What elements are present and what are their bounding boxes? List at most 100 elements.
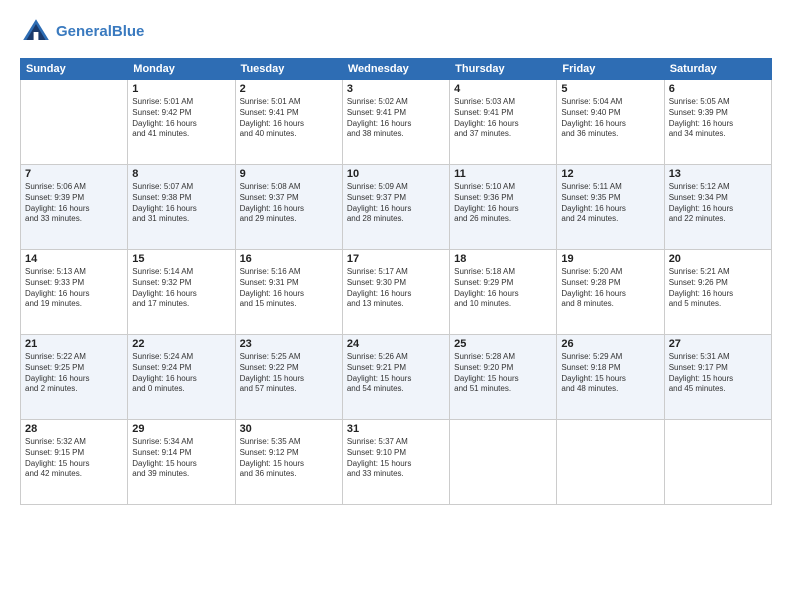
day-number: 16 xyxy=(240,253,338,265)
day-info: Sunrise: 5:31 AM Sunset: 9:17 PM Dayligh… xyxy=(669,352,767,395)
calendar-cell: 15 Sunrise: 5:14 AM Sunset: 9:32 PM Dayli… xyxy=(128,250,235,335)
day-info: Sunrise: 5:12 AM Sunset: 9:34 PM Dayligh… xyxy=(669,182,767,225)
day-number: 7 xyxy=(25,168,123,180)
day-number: 4 xyxy=(454,83,552,95)
logo-icon xyxy=(20,16,52,48)
day-number: 2 xyxy=(240,83,338,95)
calendar-cell: 20Sunrise: 5:21 AM Sunset: 9:26 PM Dayli… xyxy=(664,250,771,335)
calendar-cell: 16 Sunrise: 5:16 AM Sunset: 9:31 PM Dayli… xyxy=(235,250,342,335)
day-info: Sunrise: 5:03 AM Sunset: 9:41 PM Dayligh… xyxy=(454,97,552,140)
calendar-cell xyxy=(557,420,664,505)
calendar-cell: 14 Sunrise: 5:13 AM Sunset: 9:33 PM Dayli… xyxy=(21,250,128,335)
day-number: 21 xyxy=(25,338,123,350)
day-header-monday: Monday xyxy=(128,59,235,80)
header: GeneralBlue xyxy=(20,16,772,48)
day-number: 3 xyxy=(347,83,445,95)
calendar-cell xyxy=(21,80,128,165)
calendar-cell: 29 Sunrise: 5:34 AM Sunset: 9:14 PM Dayli… xyxy=(128,420,235,505)
day-number: 28 xyxy=(25,423,123,435)
calendar-cell: 30 Sunrise: 5:35 AM Sunset: 9:12 PM Dayli… xyxy=(235,420,342,505)
calendar-week-row: 1 Sunrise: 5:01 AM Sunset: 9:42 PM Daylig… xyxy=(21,80,772,165)
calendar-week-row: 28 Sunrise: 5:32 AM Sunset: 9:15 PM Dayli… xyxy=(21,420,772,505)
calendar-cell: 28 Sunrise: 5:32 AM Sunset: 9:15 PM Dayli… xyxy=(21,420,128,505)
calendar-cell: 5 Sunrise: 5:04 AM Sunset: 9:40 PM Daylig… xyxy=(557,80,664,165)
day-number: 14 xyxy=(25,253,123,265)
calendar-cell: 17Sunrise: 5:17 AM Sunset: 9:30 PM Dayli… xyxy=(342,250,449,335)
logo-text: GeneralBlue xyxy=(56,24,144,41)
day-info: Sunrise: 5:01 AM Sunset: 9:41 PM Dayligh… xyxy=(240,97,338,140)
page: GeneralBlue SundayMondayTuesdayWednesday… xyxy=(0,0,792,612)
calendar-cell: 18 Sunrise: 5:18 AM Sunset: 9:29 PM Dayli… xyxy=(450,250,557,335)
day-number: 30 xyxy=(240,423,338,435)
day-number: 24 xyxy=(347,338,445,350)
day-info: Sunrise: 5:13 AM Sunset: 9:33 PM Dayligh… xyxy=(25,267,123,310)
day-number: 20 xyxy=(669,253,767,265)
day-info: Sunrise: 5:09 AM Sunset: 9:37 PM Dayligh… xyxy=(347,182,445,225)
day-info: Sunrise: 5:06 AM Sunset: 9:39 PM Dayligh… xyxy=(25,182,123,225)
calendar-cell xyxy=(450,420,557,505)
day-number: 23 xyxy=(240,338,338,350)
calendar-cell: 4 Sunrise: 5:03 AM Sunset: 9:41 PM Daylig… xyxy=(450,80,557,165)
calendar-cell: 2 Sunrise: 5:01 AM Sunset: 9:41 PM Daylig… xyxy=(235,80,342,165)
day-info: Sunrise: 5:32 AM Sunset: 9:15 PM Dayligh… xyxy=(25,437,123,480)
calendar-cell: 7 Sunrise: 5:06 AM Sunset: 9:39 PM Daylig… xyxy=(21,165,128,250)
day-number: 13 xyxy=(669,168,767,180)
day-info: Sunrise: 5:37 AM Sunset: 9:10 PM Dayligh… xyxy=(347,437,445,480)
calendar-cell: 6Sunrise: 5:05 AM Sunset: 9:39 PM Daylig… xyxy=(664,80,771,165)
calendar-cell: 31 Sunrise: 5:37 AM Sunset: 9:10 PM Dayli… xyxy=(342,420,449,505)
day-number: 18 xyxy=(454,253,552,265)
day-info: Sunrise: 5:11 AM Sunset: 9:35 PM Dayligh… xyxy=(561,182,659,225)
day-info: Sunrise: 5:22 AM Sunset: 9:25 PM Dayligh… xyxy=(25,352,123,395)
calendar-header-row: SundayMondayTuesdayWednesdayThursdayFrid… xyxy=(21,59,772,80)
day-number: 15 xyxy=(132,253,230,265)
calendar: SundayMondayTuesdayWednesdayThursdayFrid… xyxy=(20,58,772,505)
day-number: 12 xyxy=(561,168,659,180)
day-info: Sunrise: 5:05 AM Sunset: 9:39 PM Dayligh… xyxy=(669,97,767,140)
logo: GeneralBlue xyxy=(20,16,144,48)
day-number: 11 xyxy=(454,168,552,180)
calendar-cell: 11 Sunrise: 5:10 AM Sunset: 9:36 PM Dayli… xyxy=(450,165,557,250)
day-number: 9 xyxy=(240,168,338,180)
logo-blue: Blue xyxy=(112,23,145,40)
calendar-cell: 23Sunrise: 5:25 AM Sunset: 9:22 PM Dayli… xyxy=(235,335,342,420)
calendar-cell: 9 Sunrise: 5:08 AM Sunset: 9:37 PM Daylig… xyxy=(235,165,342,250)
calendar-cell: 12 Sunrise: 5:11 AM Sunset: 9:35 PM Dayli… xyxy=(557,165,664,250)
day-number: 10 xyxy=(347,168,445,180)
day-header-wednesday: Wednesday xyxy=(342,59,449,80)
day-info: Sunrise: 5:07 AM Sunset: 9:38 PM Dayligh… xyxy=(132,182,230,225)
day-info: Sunrise: 5:28 AM Sunset: 9:20 PM Dayligh… xyxy=(454,352,552,395)
day-info: Sunrise: 5:04 AM Sunset: 9:40 PM Dayligh… xyxy=(561,97,659,140)
day-header-sunday: Sunday xyxy=(21,59,128,80)
calendar-cell: 8 Sunrise: 5:07 AM Sunset: 9:38 PM Daylig… xyxy=(128,165,235,250)
day-header-friday: Friday xyxy=(557,59,664,80)
day-info: Sunrise: 5:02 AM Sunset: 9:41 PM Dayligh… xyxy=(347,97,445,140)
day-number: 27 xyxy=(669,338,767,350)
calendar-cell: 10 Sunrise: 5:09 AM Sunset: 9:37 PM Dayli… xyxy=(342,165,449,250)
day-info: Sunrise: 5:35 AM Sunset: 9:12 PM Dayligh… xyxy=(240,437,338,480)
day-info: Sunrise: 5:29 AM Sunset: 9:18 PM Dayligh… xyxy=(561,352,659,395)
day-info: Sunrise: 5:18 AM Sunset: 9:29 PM Dayligh… xyxy=(454,267,552,310)
day-number: 5 xyxy=(561,83,659,95)
calendar-week-row: 7 Sunrise: 5:06 AM Sunset: 9:39 PM Daylig… xyxy=(21,165,772,250)
day-info: Sunrise: 5:08 AM Sunset: 9:37 PM Dayligh… xyxy=(240,182,338,225)
calendar-cell: 24Sunrise: 5:26 AM Sunset: 9:21 PM Dayli… xyxy=(342,335,449,420)
day-info: Sunrise: 5:17 AM Sunset: 9:30 PM Dayligh… xyxy=(347,267,445,310)
day-info: Sunrise: 5:16 AM Sunset: 9:31 PM Dayligh… xyxy=(240,267,338,310)
calendar-cell: 27 Sunrise: 5:31 AM Sunset: 9:17 PM Dayli… xyxy=(664,335,771,420)
day-number: 22 xyxy=(132,338,230,350)
day-info: Sunrise: 5:20 AM Sunset: 9:28 PM Dayligh… xyxy=(561,267,659,310)
day-number: 19 xyxy=(561,253,659,265)
day-number: 1 xyxy=(132,83,230,95)
day-number: 29 xyxy=(132,423,230,435)
day-number: 31 xyxy=(347,423,445,435)
day-number: 25 xyxy=(454,338,552,350)
day-info: Sunrise: 5:14 AM Sunset: 9:32 PM Dayligh… xyxy=(132,267,230,310)
calendar-cell: 1 Sunrise: 5:01 AM Sunset: 9:42 PM Daylig… xyxy=(128,80,235,165)
day-info: Sunrise: 5:10 AM Sunset: 9:36 PM Dayligh… xyxy=(454,182,552,225)
calendar-cell: 13 Sunrise: 5:12 AM Sunset: 9:34 PM Dayli… xyxy=(664,165,771,250)
day-info: Sunrise: 5:24 AM Sunset: 9:24 PM Dayligh… xyxy=(132,352,230,395)
calendar-cell xyxy=(664,420,771,505)
day-info: Sunrise: 5:01 AM Sunset: 9:42 PM Dayligh… xyxy=(132,97,230,140)
day-info: Sunrise: 5:34 AM Sunset: 9:14 PM Dayligh… xyxy=(132,437,230,480)
day-number: 8 xyxy=(132,168,230,180)
